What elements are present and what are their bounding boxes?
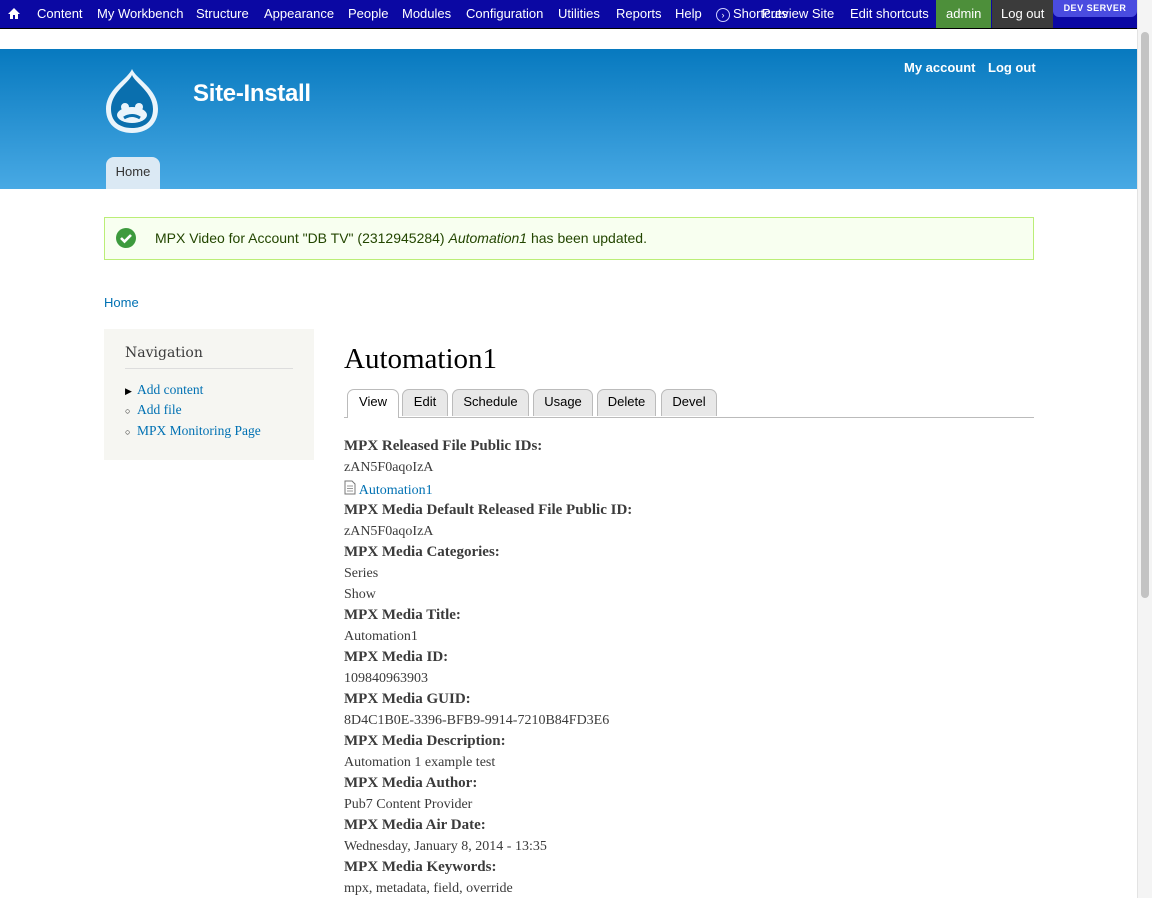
sidebar-divider: [125, 368, 293, 369]
logout-link[interactable]: Log out: [988, 60, 1036, 75]
media-description-label: MPX Media Description:: [344, 733, 506, 749]
media-id-label: MPX Media ID:: [344, 649, 449, 665]
tab-delete[interactable]: Delete: [597, 389, 656, 416]
circle-bullet-icon: ○: [125, 427, 131, 437]
toolbar-logout[interactable]: Log out: [992, 0, 1054, 28]
media-id-value: 109840963903: [344, 671, 428, 686]
toolbar-my-workbench[interactable]: My Workbench: [97, 0, 183, 28]
local-tabs: View Edit Schedule Usage Delete Devel: [344, 389, 1034, 418]
toolbar-structure[interactable]: Structure: [196, 0, 249, 28]
default-file-id-label: MPX Media Default Released File Public I…: [344, 502, 633, 518]
toolbar-configuration[interactable]: Configuration: [466, 0, 543, 28]
sidebar-navigation: Navigation ▶ Add content ○ Add file ○ MPX M…: [104, 329, 314, 460]
category-value: Show: [344, 587, 376, 602]
sidebar-item-add-file[interactable]: ○ Add file: [125, 402, 182, 418]
toolbar-utilities[interactable]: Utilities: [558, 0, 600, 28]
main-menu-home-tab[interactable]: Home: [106, 157, 160, 189]
media-air-date-label: MPX Media Air Date:: [344, 817, 486, 833]
media-air-date-value: Wednesday, January 8, 2014 - 13:35: [344, 839, 547, 854]
sidebar-item-label: Add content: [137, 382, 204, 397]
my-account-link[interactable]: My account: [904, 60, 976, 75]
category-value: Series: [344, 566, 379, 581]
media-description-value: Automation 1 example test: [344, 755, 496, 770]
categories-label: MPX Media Categories:: [344, 544, 500, 560]
admin-toolbar: Content My Workbench Structure Appearanc…: [0, 0, 1137, 29]
sidebar-title: Navigation: [125, 345, 203, 361]
status-message: MPX Video for Account "DB TV" (231294528…: [104, 217, 1034, 260]
released-file-ids-label: MPX Released File Public IDs:: [344, 438, 543, 454]
scrollbar-thumb[interactable]: [1141, 32, 1149, 598]
drupal-logo-icon[interactable]: [102, 67, 162, 135]
check-icon: [116, 228, 136, 253]
shortcuts-toggle-icon: ›: [716, 7, 730, 22]
toolbar-user[interactable]: admin: [936, 0, 992, 28]
media-guid-label: MPX Media GUID:: [344, 691, 471, 707]
released-file-ids-value: zAN5F0aqoIzA: [344, 460, 434, 475]
toolbar-people[interactable]: People: [348, 0, 388, 28]
media-author-value: Pub7 Content Provider: [344, 797, 473, 812]
media-author-label: MPX Media Author:: [344, 775, 478, 791]
media-guid-value: 8D4C1B0E-3396-BFB9-9914-7210B84FD3E6: [344, 713, 610, 728]
home-icon[interactable]: [6, 0, 22, 28]
toolbar-edit-shortcuts[interactable]: Edit shortcuts: [850, 0, 929, 28]
message-title: Automation1: [448, 230, 528, 246]
page-title: Automation1: [344, 343, 498, 375]
toolbar-preview-site[interactable]: Preview Site: [762, 0, 834, 28]
toolbar-content[interactable]: Content: [37, 0, 83, 28]
sidebar-item-label: MPX Monitoring Page: [137, 423, 261, 438]
file-row: Automation1: [344, 480, 433, 499]
message-suffix: has been updated.: [527, 230, 647, 246]
toolbar-appearance[interactable]: Appearance: [264, 0, 334, 28]
vertical-scrollbar[interactable]: [1137, 0, 1152, 898]
default-file-id-value: zAN5F0aqoIzA: [344, 524, 434, 539]
toolbar-help[interactable]: Help: [675, 0, 702, 28]
media-keywords-value: mpx, metadata, field, override: [344, 881, 513, 896]
dev-server-badge: DEV SERVER: [1053, 0, 1137, 17]
sidebar-item-label: Add file: [137, 402, 182, 417]
site-name[interactable]: Site-Install: [193, 80, 311, 108]
sidebar-item-add-content[interactable]: ▶ Add content: [125, 382, 203, 398]
media-title-label: MPX Media Title:: [344, 607, 461, 623]
tab-edit[interactable]: Edit: [402, 389, 448, 416]
media-keywords-label: MPX Media Keywords:: [344, 859, 497, 875]
breadcrumb[interactable]: Home: [104, 295, 139, 310]
status-message-text: MPX Video for Account "DB TV" (231294528…: [155, 230, 647, 246]
file-link[interactable]: Automation1: [359, 483, 433, 498]
tab-usage[interactable]: Usage: [533, 389, 593, 416]
toolbar-reports[interactable]: Reports: [616, 0, 662, 28]
tab-schedule[interactable]: Schedule: [452, 389, 529, 416]
site-header: Site-Install My account Log out Home: [0, 49, 1137, 189]
tab-devel[interactable]: Devel: [661, 389, 717, 416]
tab-view[interactable]: View: [347, 389, 399, 418]
circle-bullet-icon: ○: [125, 406, 131, 416]
message-prefix: MPX Video for Account "DB TV" (231294528…: [155, 230, 449, 246]
sidebar-item-mpx-monitoring[interactable]: ○ MPX Monitoring Page: [125, 423, 261, 439]
triangle-bullet-icon: ▶: [125, 386, 132, 396]
toolbar-modules[interactable]: Modules: [402, 0, 451, 28]
media-title-value: Automation1: [344, 629, 418, 644]
file-icon: [344, 480, 356, 498]
